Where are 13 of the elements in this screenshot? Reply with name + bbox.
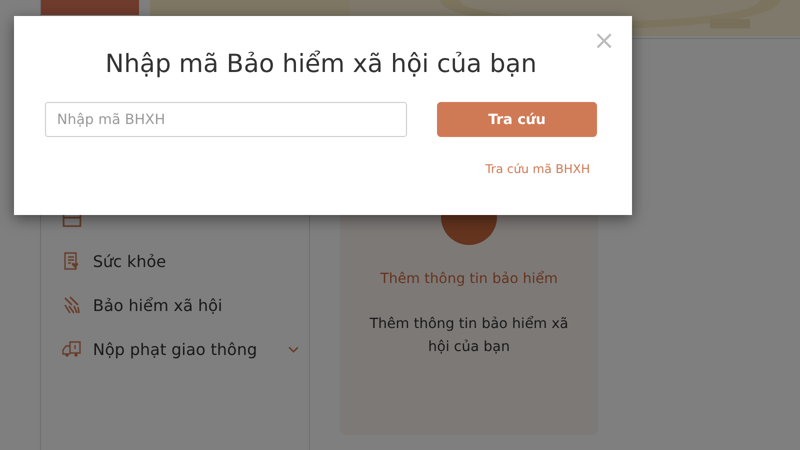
sidebar-item[interactable]: Sức khỏe [62,249,309,273]
card-description: Thêm thông tin bảo hiểm xã hội của bạn [368,314,570,357]
sidebar-item[interactable]: Nộp phạt giao thông [62,337,309,361]
sidebar-item[interactable]: Bảo hiểm xã hội [62,293,309,317]
sidebar-item-label: Sức khỏe [92,252,166,270]
dialog-title: Nhập mã Bảo hiểm xã hội của bạn [104,48,538,80]
sidebar-item-label: Bảo hiểm xã hội [92,296,222,314]
search-button[interactable]: Tra cứu [437,102,597,137]
sidebar-item-label: Nộp phạt giao thông [92,340,258,358]
card-title: Thêm thông tin bảo hiểm [380,271,558,287]
lookup-link[interactable]: Tra cứu mã BHXH [485,162,590,176]
input-field[interactable]: Nhập mã BHXH [45,102,407,137]
truck-icon [62,339,82,359]
